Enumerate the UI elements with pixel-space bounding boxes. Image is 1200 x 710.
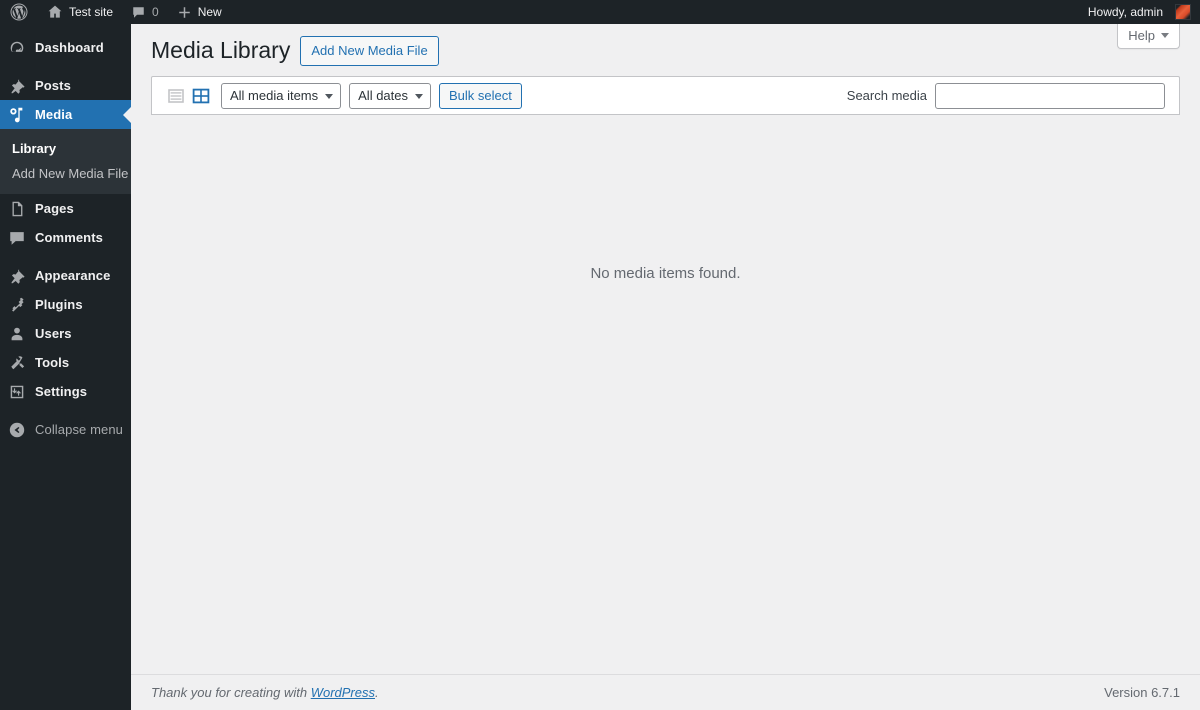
sidebar-item-tools[interactable]: Tools (0, 348, 131, 377)
user-icon (7, 324, 27, 344)
screen-meta-links: Help (1117, 24, 1180, 49)
site-name-menu-item[interactable]: Test site (38, 0, 122, 24)
help-tab-button[interactable]: Help (1117, 24, 1180, 49)
menu-separator (0, 406, 131, 415)
site-name-label: Test site (69, 5, 114, 19)
footer-thanks-prefix: Thank you for creating with (151, 685, 311, 700)
page-title-row: Media Library Add New Media File (151, 24, 1180, 68)
date-filter-value: All dates (358, 87, 409, 103)
date-filter-select[interactable]: All dates (349, 82, 432, 109)
admin-bar: Test site 0 New Howdy, admin (0, 0, 1200, 24)
sidebar-item-label: Plugins (35, 297, 83, 312)
sidebar-item-comments[interactable]: Comments (0, 223, 131, 252)
new-content-label: New (197, 5, 222, 19)
collapse-arrow-icon (7, 420, 27, 440)
sidebar-item-label: Appearance (35, 268, 111, 283)
admin-footer: Thank you for creating with WordPress. V… (131, 674, 1200, 710)
pin-icon (7, 76, 27, 96)
sidebar-item-label: Comments (35, 230, 103, 245)
submenu-item-library[interactable]: Library (0, 136, 131, 161)
footer-thanks-suffix: . (375, 685, 379, 700)
admin-sidebar-menu: Dashboard Posts Media Library Add New Me… (0, 24, 131, 710)
add-new-media-file-button[interactable]: Add New Media File (300, 36, 439, 66)
sidebar-item-settings[interactable]: Settings (0, 377, 131, 406)
wordpress-link[interactable]: WordPress (311, 685, 375, 700)
media-type-filter-select[interactable]: All media items (221, 82, 342, 109)
grid-view-icon[interactable] (191, 86, 211, 106)
howdy-label: Howdy, admin (1087, 5, 1163, 19)
page-icon (7, 199, 27, 219)
comments-menu-item[interactable]: 0 (122, 0, 168, 24)
sidebar-item-label: Posts (35, 78, 71, 93)
plug-icon (7, 295, 27, 315)
footer-thankyou-text: Thank you for creating with WordPress. (151, 685, 379, 700)
plus-icon (177, 5, 192, 20)
sidebar-item-dashboard[interactable]: Dashboard (0, 33, 131, 62)
sidebar-item-label: Media (35, 107, 73, 122)
comment-bubble-icon (7, 228, 27, 248)
attachments-browser: No media items found. (151, 115, 1180, 655)
list-view-icon[interactable] (166, 86, 186, 106)
my-account-menu-item[interactable]: Howdy, admin (1079, 0, 1200, 24)
menu-separator (0, 252, 131, 261)
media-toolbar: All media items All dates Bulk select Se… (151, 76, 1180, 115)
page-title: Media Library (151, 37, 291, 64)
chevron-down-icon (415, 93, 424, 99)
sidebar-item-plugins[interactable]: Plugins (0, 290, 131, 319)
no-media-message: No media items found. (590, 265, 741, 282)
help-tab-label: Help (1128, 28, 1155, 43)
body-content: Help Media Library Add New Media File Al… (131, 24, 1200, 710)
home-icon (47, 4, 63, 20)
sidebar-item-label: Tools (35, 355, 70, 370)
search-media-label: Search media (846, 88, 927, 103)
content-area: Help Media Library Add New Media File Al… (131, 24, 1200, 710)
new-content-menu-item[interactable]: New (168, 0, 231, 24)
menu-separator (0, 62, 131, 71)
footer-version: Version 6.7.1 (1104, 685, 1180, 700)
wp-logo-menu-item[interactable] (0, 0, 38, 24)
sidebar-item-label: Settings (35, 384, 88, 399)
sidebar-item-pages[interactable]: Pages (0, 194, 131, 223)
sidebar-item-label: Pages (35, 201, 74, 216)
media-submenu: Library Add New Media File (0, 129, 131, 194)
sidebar-item-appearance[interactable]: Appearance (0, 261, 131, 290)
wordpress-logo-icon (9, 2, 29, 22)
paintbrush-icon (7, 266, 27, 286)
comment-bubble-icon (131, 5, 146, 20)
media-type-filter-value: All media items (230, 87, 319, 103)
sidebar-item-media[interactable]: Media (0, 100, 131, 129)
sidebar-item-users[interactable]: Users (0, 319, 131, 348)
sidebar-item-label: Dashboard (35, 40, 104, 55)
media-icon (7, 105, 27, 125)
menu-top-spacer (0, 24, 131, 33)
collapse-menu-button[interactable]: Collapse menu (0, 415, 131, 444)
sidebar-item-posts[interactable]: Posts (0, 71, 131, 100)
chevron-down-icon (325, 93, 334, 99)
dashboard-icon (7, 38, 27, 58)
sidebar-item-label: Users (35, 326, 72, 341)
search-input[interactable] (935, 82, 1165, 109)
search-media-group: Search media (846, 82, 1165, 109)
bulk-select-button[interactable]: Bulk select (439, 82, 522, 109)
settings-sliders-icon (7, 382, 27, 402)
submenu-item-add-new-media-file[interactable]: Add New Media File (0, 161, 131, 186)
comments-count: 0 (152, 5, 159, 19)
view-switch (160, 86, 211, 106)
chevron-down-icon (1161, 33, 1169, 38)
wrench-icon (7, 353, 27, 373)
collapse-menu-label: Collapse menu (35, 422, 124, 437)
avatar (1175, 4, 1191, 20)
